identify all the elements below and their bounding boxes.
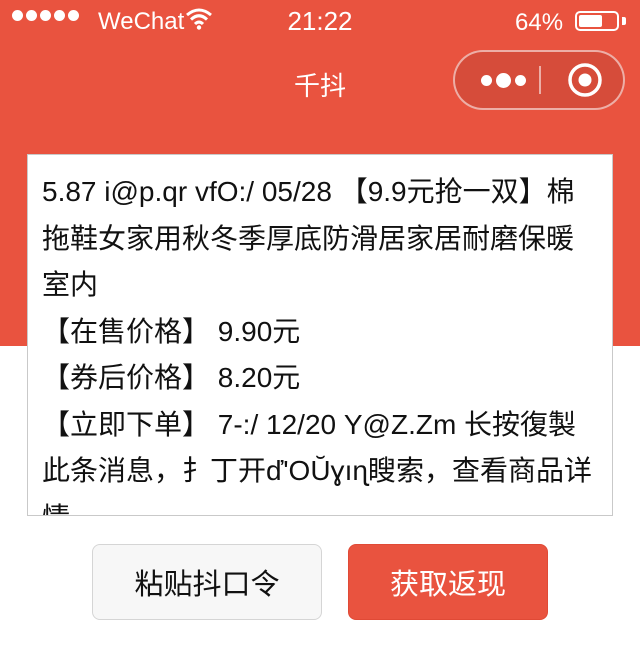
- capsule-divider: [539, 66, 541, 94]
- battery-percent: 64%: [515, 9, 564, 36]
- paste-command-button[interactable]: 粘贴抖口令: [92, 544, 322, 620]
- mini-program-capsule: [453, 50, 625, 110]
- status-bar: WeChat 21:22 64%: [0, 0, 640, 44]
- target-circle-icon[interactable]: [555, 52, 615, 108]
- battery-icon: [575, 11, 619, 31]
- command-text[interactable]: 5.87 i@p.qr vfO:/ 05/28 【9.9元抢一双】棉拖鞋女家用秋…: [28, 155, 612, 515]
- battery-cap: [622, 17, 626, 25]
- get-cashback-button[interactable]: 获取返现: [348, 544, 548, 620]
- battery-level-fill: [579, 15, 602, 27]
- more-dots-icon[interactable]: [473, 52, 533, 108]
- command-text-box[interactable]: 5.87 i@p.qr vfO:/ 05/28 【9.9元抢一双】棉拖鞋女家用秋…: [27, 154, 613, 516]
